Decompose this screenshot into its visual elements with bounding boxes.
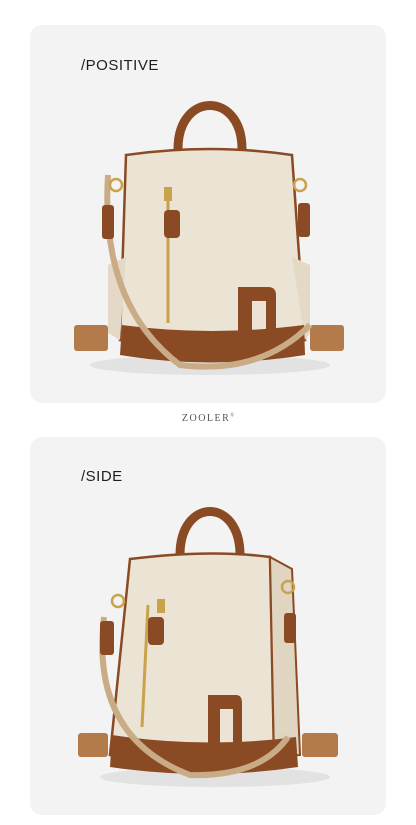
- backpack-side-image: [78, 507, 338, 787]
- product-panel-side: /SIDE: [30, 437, 386, 815]
- brand-logo: ZOOLER®: [0, 413, 416, 424]
- brand-mark: ®: [230, 413, 235, 419]
- product-panel-positive: /POSITIVE: [30, 25, 386, 403]
- backpack-front-image: [74, 101, 344, 375]
- brand-name: ZOOLER: [181, 413, 231, 424]
